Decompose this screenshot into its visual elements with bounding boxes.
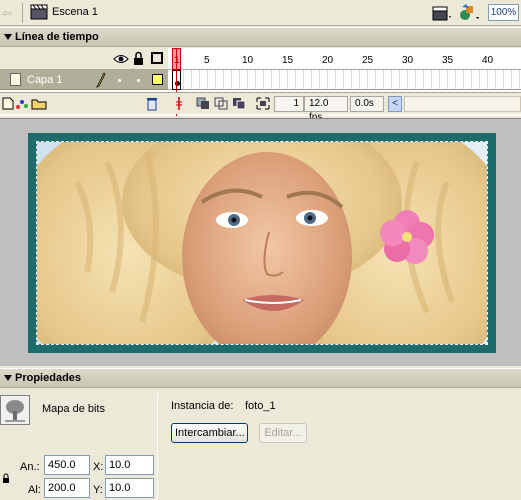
edit-scene-icon[interactable] [432,4,452,22]
timeline-panel-header[interactable]: Línea de tiempo [0,27,521,47]
edit-button[interactable]: Editar... [259,423,307,443]
add-guide-icon[interactable] [15,97,29,110]
scene-label[interactable]: Escena 1 [52,6,98,18]
modify-onion-markers-icon[interactable] [256,97,270,110]
onion-outlines-icon[interactable] [214,97,228,110]
trash-icon[interactable] [146,96,158,111]
back-arrow-icon[interactable]: ⇦ [2,6,12,20]
photo-frame [28,133,496,353]
x-label: X: [93,461,104,473]
properties-title: Propiedades [15,372,82,384]
ruler-number: 20 [322,55,334,66]
layer-row[interactable]: Capa 1 [0,70,168,90]
ruler-number: 15 [282,55,294,66]
ruler-number: 5 [204,55,210,66]
scroll-left-button[interactable]: < [388,96,402,112]
ruler-number: 40 [482,55,494,66]
properties-separator [157,393,158,500]
constrain-lock-icon[interactable] [2,473,10,483]
height-field[interactable]: 200.0 [44,478,90,498]
instance-label: Instancia de: [171,400,234,412]
fps-display: 12.0 fps [304,96,348,123]
frames-row[interactable] [168,70,521,90]
visibility-dot[interactable] [118,79,121,82]
layer-tools [0,92,168,114]
lock-icon[interactable] [133,51,144,66]
ruler-number: 25 [362,55,374,66]
scene-toolbar: ⇦ Escena 1 100% [0,0,521,26]
eye-icon[interactable] [113,53,129,65]
frame-ruler[interactable]: 1 5 10 15 20 25 30 35 40 [168,48,521,70]
collapse-triangle-icon[interactable] [4,375,12,381]
width-field[interactable]: 450.0 [44,455,90,475]
layer-icon [10,73,21,86]
center-frame-icon[interactable] [174,97,184,110]
layer-name[interactable]: Capa 1 [27,74,62,86]
toolbar-separator [22,3,23,23]
layer-header [0,48,168,70]
timeline-scrollbar[interactable] [404,96,521,112]
ruler-number: 10 [242,55,254,66]
height-label: Al: [28,484,41,496]
lock-dot[interactable] [137,79,140,82]
edit-symbol-icon[interactable] [458,3,480,23]
portrait-photo [37,142,487,344]
edit-multiple-frames-icon[interactable] [232,97,246,110]
stage[interactable] [0,118,521,366]
y-label: Y: [93,484,103,496]
frame-tools: 1 12.0 fps 0.0s < [168,92,521,123]
timeline: 1 5 10 15 20 25 30 35 40 Capa 1 [0,48,521,123]
scene-icon [30,4,48,20]
bitmap-icon [0,395,30,425]
pencil-icon [96,72,106,88]
x-field[interactable]: 10.0 [105,455,154,475]
onion-skin-icon[interactable] [196,97,210,110]
zoom-field[interactable]: 100% [488,4,519,21]
properties-panel: Mapa de bits Instancia de: foto_1 Interc… [0,389,521,500]
ruler-number: 35 [442,55,454,66]
instance-name: foto_1 [245,400,276,412]
elapsed-time-display: 0.0s [350,96,384,112]
width-label: An.: [20,461,40,473]
symbol-type-label: Mapa de bits [42,403,105,415]
ruler-number: 30 [402,55,414,66]
properties-panel-header[interactable]: Propiedades [0,368,521,388]
layer-outline-color[interactable] [152,74,163,85]
collapse-triangle-icon[interactable] [4,34,12,40]
timeline-title: Línea de tiempo [15,31,99,43]
swap-button[interactable]: Intercambiar... [171,423,248,443]
add-layer-icon[interactable] [2,97,14,110]
bitmap-instance[interactable] [36,141,488,345]
y-field[interactable]: 10.0 [105,478,154,498]
outline-icon[interactable] [151,52,163,64]
current-frame-display: 1 [274,96,304,112]
add-folder-icon[interactable] [31,97,47,110]
